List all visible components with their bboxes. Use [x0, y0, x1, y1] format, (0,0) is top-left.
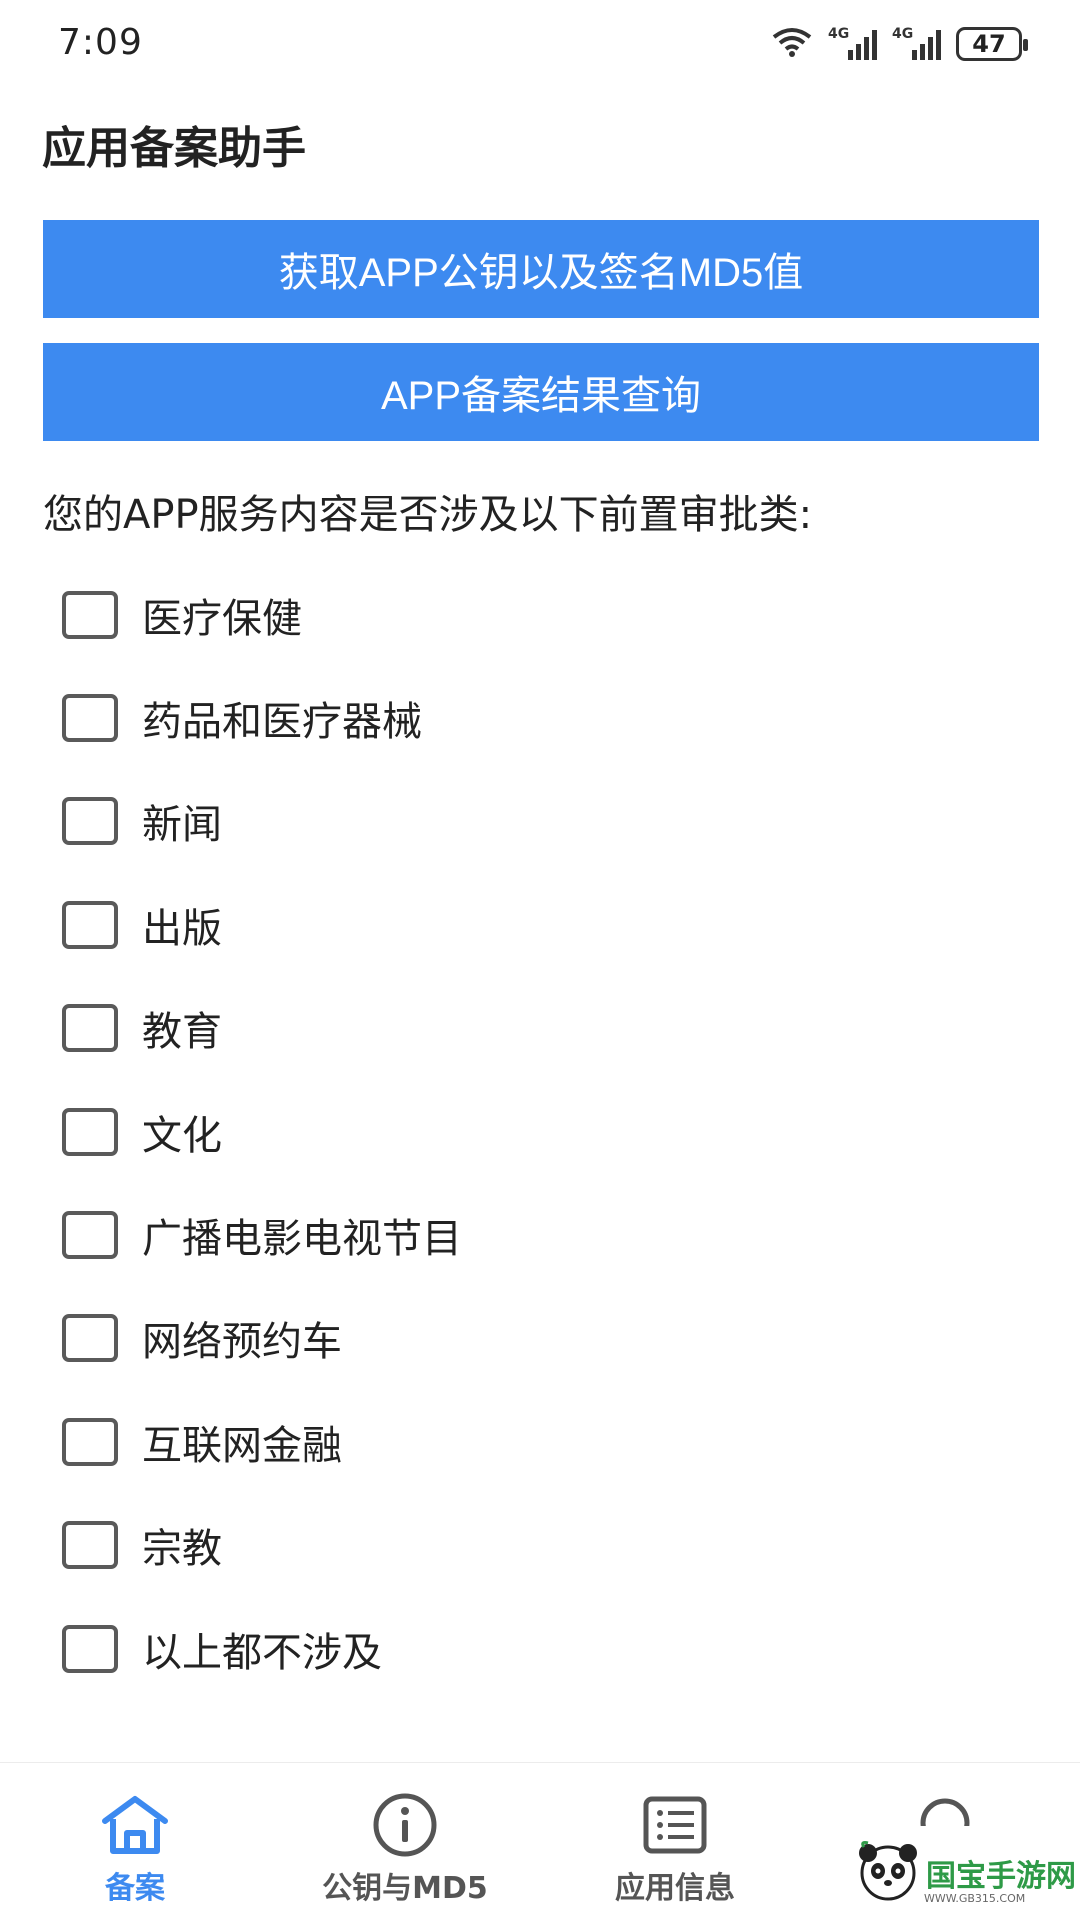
checkbox[interactable] [62, 900, 118, 949]
option-label: 新闻 [142, 802, 222, 849]
page-title: 应用备案助手 [42, 123, 306, 174]
home-icon [97, 1793, 173, 1857]
question-text: 您的APP服务内容是否涉及以下前置审批类: [43, 492, 813, 538]
checkbox[interactable] [62, 797, 118, 846]
battery-icon: 47 [956, 27, 1028, 61]
checkbox[interactable] [62, 590, 118, 639]
option-label: 医疗保健 [142, 595, 302, 642]
list-icon [637, 1793, 713, 1857]
option-label: 网络预约车 [142, 1319, 342, 1366]
info-icon [367, 1793, 443, 1857]
option-ride-hailing[interactable]: 网络预约车 [62, 1287, 1022, 1390]
option-internet-finance[interactable]: 互联网金融 [62, 1390, 1022, 1493]
nav-item-app-info[interactable]: 应用信息 [540, 1763, 810, 1920]
checkbox[interactable] [62, 694, 118, 743]
option-publishing[interactable]: 出版 [62, 873, 1022, 976]
status-icons: 4G 4G 47 [770, 24, 1028, 64]
option-culture[interactable]: 文化 [62, 1080, 1022, 1183]
checkbox[interactable] [62, 1107, 118, 1156]
wifi-icon [770, 25, 814, 63]
checkbox[interactable] [62, 1004, 118, 1053]
nav-label: 备案 [105, 1871, 165, 1906]
option-label: 药品和医疗器械 [142, 699, 422, 746]
nav-item-filing[interactable]: 备案 [0, 1763, 270, 1920]
option-label: 宗教 [142, 1526, 222, 1573]
checkbox[interactable] [62, 1521, 118, 1570]
option-drugs-medical-devices[interactable]: 药品和医疗器械 [62, 666, 1022, 769]
checkbox[interactable] [62, 1211, 118, 1260]
battery-level: 47 [972, 30, 1006, 58]
watermark: 国宝手游网 WWW.GB315.COM [828, 1826, 1080, 1920]
checkbox[interactable] [62, 1314, 118, 1363]
option-news[interactable]: 新闻 [62, 770, 1022, 873]
option-broadcast-film-tv[interactable]: 广播电影电视节目 [62, 1183, 1022, 1286]
watermark-text: 国宝手游网 [926, 1859, 1076, 1894]
signal-4g-icon: 4G [828, 26, 878, 62]
status-bar: 7:09 4G 4G 47 [0, 0, 1080, 90]
nav-item-public-key-md5[interactable]: 公钥与MD5 [270, 1763, 540, 1920]
option-medical-health[interactable]: 医疗保健 [62, 563, 1022, 666]
option-label: 文化 [142, 1112, 222, 1159]
watermark-url: WWW.GB315.COM [924, 1892, 1026, 1905]
signal-4g-icon: 4G [892, 26, 942, 62]
nav-label: 公钥与MD5 [322, 1871, 488, 1906]
checkbox[interactable] [62, 1417, 118, 1466]
option-label: 广播电影电视节目 [142, 1216, 462, 1263]
nav-label: 应用信息 [615, 1871, 735, 1906]
query-filing-result-button[interactable]: APP备案结果查询 [43, 343, 1039, 441]
option-none[interactable]: 以上都不涉及 [62, 1597, 1022, 1700]
option-label: 互联网金融 [142, 1422, 342, 1469]
get-public-key-md5-button[interactable]: 获取APP公钥以及签名MD5值 [43, 220, 1039, 318]
option-religion[interactable]: 宗教 [62, 1494, 1022, 1597]
checkbox[interactable] [62, 1624, 118, 1673]
status-time: 7:09 [58, 22, 143, 63]
approval-options-list: 医疗保健 药品和医疗器械 新闻 出版 教育 文化 广播电影电视节目 网络预约车 … [62, 563, 1022, 1700]
option-education[interactable]: 教育 [62, 977, 1022, 1080]
option-label: 出版 [142, 905, 222, 952]
panda-logo-icon [856, 1839, 920, 1907]
option-label: 以上都不涉及 [142, 1629, 382, 1676]
option-label: 教育 [142, 1009, 222, 1056]
